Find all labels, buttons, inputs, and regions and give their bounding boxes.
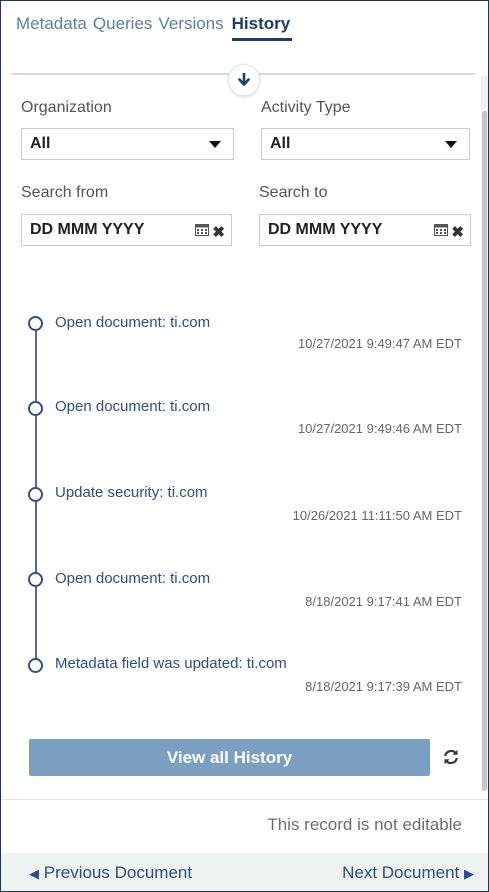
history-item-title[interactable]: Update security: ti.com — [55, 484, 208, 501]
organization-value: All — [30, 135, 51, 152]
activity-type-value: All — [270, 135, 291, 152]
tab-versions[interactable]: Versions — [158, 9, 229, 39]
timeline-dot — [28, 487, 43, 502]
caret-right-icon: ▶ — [464, 866, 474, 881]
tab-queries[interactable]: Queries — [93, 9, 159, 39]
tab-metadata[interactable]: Metadata — [16, 9, 93, 39]
timeline-dot — [28, 316, 43, 331]
organization-select[interactable]: All — [21, 128, 234, 160]
not-editable-notice: This record is not editable — [267, 815, 462, 834]
history-item-time: 8/18/2021 9:17:41 AM EDT — [305, 594, 462, 609]
search-to-value: DD MMM YYYY — [268, 221, 383, 238]
refresh-icon[interactable] — [442, 748, 460, 766]
view-all-history-button[interactable]: View all History — [29, 739, 430, 776]
history-item-time: 10/26/2021 11:11:50 AM EDT — [292, 508, 462, 523]
caret-left-icon: ◀ — [29, 866, 39, 881]
clear-icon[interactable]: ✖ — [212, 218, 225, 248]
divider — [1, 799, 488, 800]
activity-type-select[interactable]: All — [261, 128, 470, 160]
history-item-title[interactable]: Open document: ti.com — [55, 398, 210, 415]
activity-type-label: Activity Type — [261, 99, 351, 116]
search-from-label: Search from — [21, 184, 109, 201]
next-document-label: Next Document — [342, 863, 460, 882]
search-from-field[interactable]: DD MMM YYYY ✖ — [21, 214, 232, 246]
tab-history[interactable]: History — [231, 9, 293, 41]
clear-icon[interactable]: ✖ — [451, 218, 464, 248]
calendar-icon[interactable] — [434, 223, 448, 236]
previous-document-link[interactable]: ◀ Previous Document — [29, 863, 192, 883]
history-panel: Metadata Queries Versions History Organi… — [0, 0, 489, 892]
timeline-dot — [28, 658, 43, 673]
search-from-value: DD MMM YYYY — [30, 221, 145, 238]
history-item-title[interactable]: Metadata field was updated: ti.com — [55, 655, 287, 672]
history-item-time: 10/27/2021 9:49:46 AM EDT — [297, 421, 462, 436]
history-item-time: 10/27/2021 9:49:47 AM EDT — [297, 336, 462, 351]
timeline-dot — [28, 572, 43, 587]
history-item-title[interactable]: Open document: ti.com — [55, 314, 210, 331]
caret-down-icon — [445, 141, 457, 148]
previous-document-label: Previous Document — [43, 863, 193, 882]
timeline-dot — [28, 401, 43, 416]
calendar-icon[interactable] — [195, 223, 209, 236]
arrow-down-icon — [238, 73, 250, 86]
history-item-time: 8/18/2021 9:17:39 AM EDT — [305, 679, 462, 694]
search-to-label: Search to — [259, 184, 328, 201]
history-item-title[interactable]: Open document: ti.com — [55, 570, 210, 587]
scrollbar-thumb[interactable] — [482, 111, 487, 791]
next-document-link[interactable]: Next Document ▶ — [342, 863, 474, 883]
search-to-field[interactable]: DD MMM YYYY ✖ — [259, 214, 471, 246]
tab-bar: Metadata Queries Versions History — [16, 9, 293, 43]
organization-label: Organization — [21, 99, 112, 116]
collapse-button[interactable] — [228, 64, 260, 96]
caret-down-icon — [209, 141, 221, 148]
